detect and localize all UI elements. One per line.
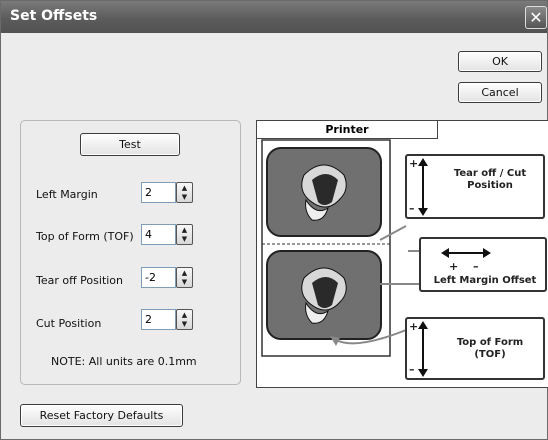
spin-down-icon[interactable]: ▼ (177, 278, 192, 287)
plus-sign: + (409, 320, 419, 333)
tof-line2: (TOF) (474, 349, 506, 360)
left-margin-input[interactable]: 2 (141, 182, 176, 203)
cut-position-spin-arrows[interactable]: ▲ ▼ (176, 309, 193, 330)
plus-sign: + (449, 260, 459, 273)
minus-sign: – (473, 260, 479, 273)
left-margin-label: Left Margin (36, 188, 98, 201)
left-margin-spin-arrows[interactable]: ▲ ▼ (176, 182, 193, 203)
left-margin-spinner[interactable]: 2 ▲ ▼ (141, 182, 193, 203)
offsets-group (20, 120, 241, 385)
reset-factory-defaults-button[interactable]: Reset Factory Defaults (20, 404, 183, 427)
tear-cut-line2: Position (467, 180, 513, 191)
minus-sign: – (409, 363, 415, 376)
cancel-button[interactable]: Cancel (458, 82, 542, 103)
spin-down-icon[interactable]: ▼ (177, 320, 192, 329)
spin-up-icon[interactable]: ▲ (177, 269, 192, 278)
ok-button[interactable]: OK (458, 51, 542, 72)
spin-up-icon[interactable]: ▲ (177, 184, 192, 193)
tear-off-input[interactable]: -2 (141, 267, 176, 288)
tear-cut-callout: + – Tear off / Cut Position (405, 154, 545, 219)
cut-position-label: Cut Position (36, 317, 102, 330)
test-button[interactable]: Test (80, 133, 180, 156)
tof-spinner[interactable]: 4 ▲ ▼ (141, 224, 193, 245)
tof-input[interactable]: 4 (141, 224, 176, 245)
left-margin-offset-label: Left Margin Offset (433, 275, 537, 286)
plus-sign: + (409, 157, 419, 170)
units-note: NOTE: All units are 0.1mm (51, 355, 197, 368)
tear-off-spinner[interactable]: -2 ▲ ▼ (141, 267, 193, 288)
tof-label: Top of Form (TOF) (36, 230, 134, 243)
spin-down-icon[interactable]: ▼ (177, 193, 192, 202)
left-margin-callout: + – Left Margin Offset (419, 237, 547, 292)
title-bar: Set Offsets ✕ (1, 1, 547, 33)
tof-line1: Top of Form (456, 337, 524, 348)
tear-cut-line1: Tear off / Cut (453, 168, 527, 179)
tof-spin-arrows[interactable]: ▲ ▼ (176, 224, 193, 245)
printer-label: Printer (325, 123, 369, 136)
spin-up-icon[interactable]: ▲ (177, 226, 192, 235)
window-title: Set Offsets (10, 8, 98, 24)
tear-off-spin-arrows[interactable]: ▲ ▼ (176, 267, 193, 288)
set-offsets-dialog: Set Offsets ✕ OK Cancel Test Left Margin… (0, 0, 548, 440)
tof-callout: + – Top of Form (TOF) (405, 317, 545, 380)
cut-position-spinner[interactable]: 2 ▲ ▼ (141, 309, 193, 330)
close-button[interactable]: ✕ (525, 6, 547, 29)
minus-sign: – (409, 202, 415, 215)
spin-up-icon[interactable]: ▲ (177, 311, 192, 320)
tear-off-label: Tear off Position (36, 274, 124, 287)
spin-down-icon[interactable]: ▼ (177, 235, 192, 244)
cut-position-input[interactable]: 2 (141, 309, 176, 330)
offsets-diagram: + – Tear off / Cut Position + – Left Mar… (256, 120, 548, 388)
